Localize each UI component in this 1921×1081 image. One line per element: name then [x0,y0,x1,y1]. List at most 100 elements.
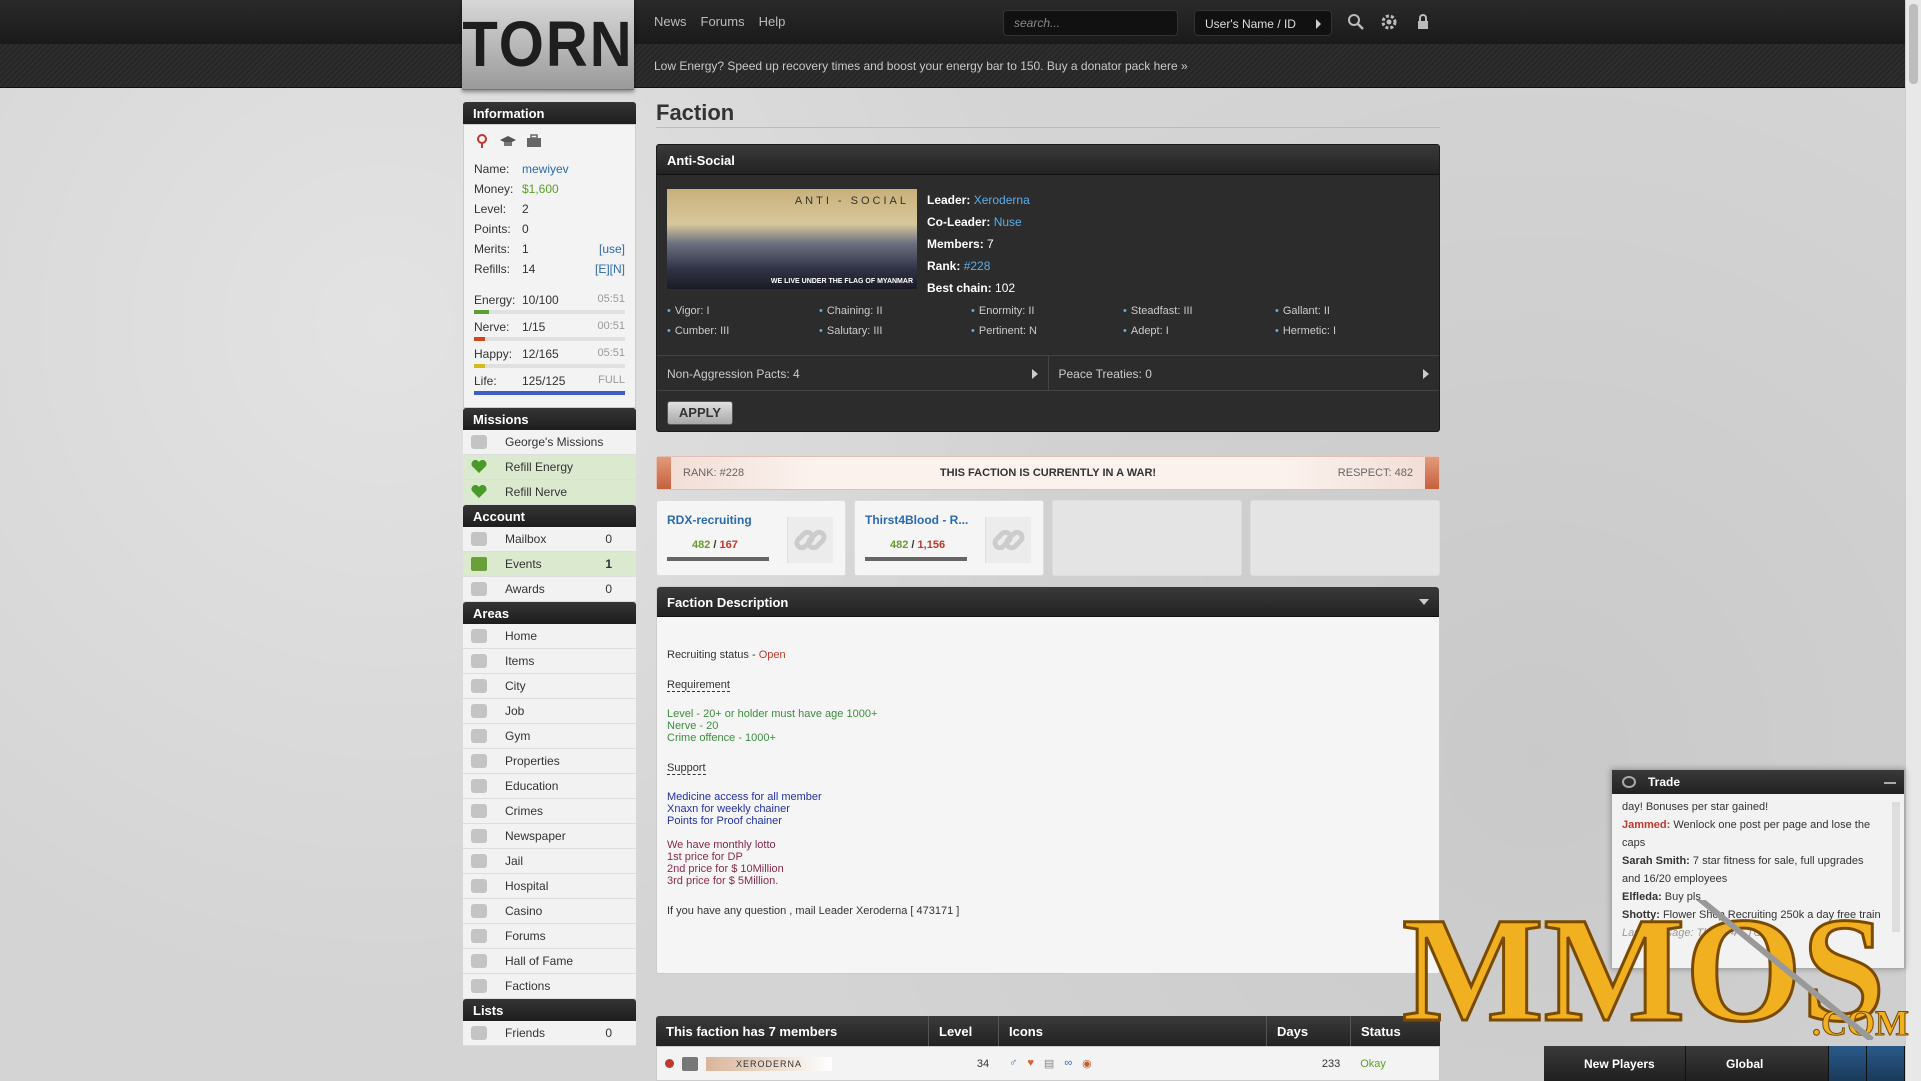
sidebar-item-label: Job [505,704,525,718]
sidebar-item-label: Crimes [505,804,543,818]
sidebar-item-hospital[interactable]: Hospital [463,874,636,899]
sidebar-item-label: Awards [505,582,545,596]
life-fill [474,391,625,395]
sidebar-item-newspaper[interactable]: Newspaper [463,824,636,849]
rank-link[interactable]: #228 [964,259,991,273]
sidebar-item-factions[interactable]: Factions [463,974,636,999]
recruit-label: Recruiting status - [667,649,759,661]
home-icon [471,629,487,643]
info-level-row: Level: 2 [474,199,625,219]
sidebar-item-jail[interactable]: Jail [463,849,636,874]
mission-icon [471,435,487,449]
donator-notice[interactable]: Low Energy? Speed up recovery times and … [654,59,1188,73]
player-name-link[interactable]: mewiyev [522,162,625,176]
people-icon[interactable] [1829,1046,1867,1081]
non-aggression-pacts[interactable]: Non-Aggression Pacts: 4 [657,356,1049,390]
account-header: Account [463,505,636,527]
sidebar-item-awards[interactable]: Awards 0 [463,577,636,602]
sidebar-item-georges-missions[interactable]: George's Missions [463,430,636,455]
bar-label: Nerve: [474,320,510,334]
sidebar-item-hall-of-fame[interactable]: Hall of Fame [463,949,636,974]
war-card[interactable]: RDX-recruiting 482 / 167 [656,500,846,576]
sidebar-item-city[interactable]: City [463,674,636,699]
life-timer: FULL [598,374,625,386]
arrow-right-icon [1423,369,1429,379]
sidebar-item-properties[interactable]: Properties [463,749,636,774]
description-header[interactable]: Faction Description [657,587,1439,617]
sidebar-item-friends[interactable]: Friends 0 [463,1021,636,1046]
refills-links[interactable]: [E][N] [595,262,625,276]
chat-author[interactable]: Jammed: [1622,819,1670,831]
enemy-faction-name[interactable]: Thirst4Blood - R... [865,513,968,527]
lotto-line: We have monthly lotto [667,839,776,851]
sidebar-item-forums[interactable]: Forums [463,924,636,949]
points-value: 0 [522,222,529,236]
info-label: Refills: [474,262,511,276]
nav-help[interactable]: Help [759,14,786,29]
nerve-timer: 00:51 [597,320,625,332]
coleader-link[interactable]: Nuse [994,215,1022,229]
sidebar-item-casino[interactable]: Casino [463,899,636,924]
war-status: THIS FACTION IS CURRENTLY IN A WAR! [939,467,1157,479]
nav-forums[interactable]: Forums [701,14,745,29]
leader-label: Leader: [927,193,971,207]
war-card-empty [1250,500,1440,576]
col-level[interactable]: Level [929,1016,999,1046]
sidebar-item-label: George's Missions [505,435,604,449]
sidebar-item-education[interactable]: Education [463,774,636,799]
page-title: Faction [656,98,1440,128]
chat-author[interactable]: Sarah Smith: [1622,855,1690,867]
dumbbell-icon [471,729,487,743]
col-member[interactable]: This faction has 7 members [656,1016,929,1046]
info-money-row: Money: $1,600 [474,179,625,199]
chat-tab-global[interactable]: Global [1686,1046,1829,1081]
search-input[interactable]: search... [1003,10,1178,36]
sidebar-item-label: City [505,679,526,693]
money-value: $1,600 [522,182,559,196]
perk-item: Chaining: II [819,305,971,317]
peace-treaties[interactable]: Peace Treaties: 0 [1049,356,1440,390]
minimize-icon[interactable] [1884,782,1896,784]
sidebar-item-crimes[interactable]: Crimes [463,799,636,824]
sidebar-item-label: Friends [505,1026,546,1040]
chat-tab-label: New Players [1584,1056,1655,1071]
trade-chat-header[interactable]: Trade [1612,770,1904,794]
enemy-faction-name[interactable]: RDX-recruiting [667,513,752,527]
our-score: 482 [692,539,711,551]
scrollbar-thumb[interactable] [1909,4,1918,84]
torn-logo[interactable]: TORN [462,0,634,90]
factions-icon [471,979,487,993]
apply-button[interactable]: APPLY [667,401,733,425]
war-card[interactable]: Thirst4Blood - R... 482 / 1,156 [854,500,1044,576]
sidebar-item-gym[interactable]: Gym [463,724,636,749]
lightning-icon [471,557,487,571]
info-points-row: Points: 0 [474,219,625,239]
sidebar-item-job[interactable]: Job [463,699,636,724]
chat-tab-new-players[interactable]: New Players [1544,1046,1686,1081]
sidebar-item-mailbox[interactable]: Mailbox 0 [463,527,636,552]
sidebar-item-home[interactable]: Home [463,624,636,649]
chat-message: day! Bonuses per star gained! [1622,798,1882,816]
chevron-down-icon[interactable] [1419,599,1429,605]
use-merits-link[interactable]: [use] [599,242,625,256]
mmos-watermark-logo: MMOS .COM [1402,900,1909,1040]
leader-link[interactable]: Xeroderna [974,193,1030,207]
war-respect: RESPECT: 482 [1337,467,1413,479]
gear-icon[interactable] [1867,1046,1905,1081]
sidebar-item-refill-nerve[interactable]: Refill Nerve [463,480,636,505]
col-days[interactable]: Days [1267,1016,1351,1046]
nav-news[interactable]: News [654,14,687,29]
description-body: Recruiting status - Open Requirement Lev… [657,649,1439,917]
sidebar-item-events[interactable]: Events 1 [463,552,636,577]
member-name[interactable]: XERODERNA [706,1056,833,1071]
gear-icon[interactable] [1380,13,1398,31]
user-id-button[interactable]: User's Name / ID [1194,10,1332,36]
sidebar-item-refill-energy[interactable]: Refill Energy [463,455,636,480]
sidebar-item-items[interactable]: Items [463,649,636,674]
table-row[interactable]: XERODERNA 34 ♂ ♥ ▤ ∞ ◉ 233 Okay [656,1046,1440,1081]
search-icon[interactable] [1347,13,1365,31]
lock-icon[interactable] [1414,13,1432,31]
top-nav: News Forums Help [654,14,785,29]
trophy-icon [471,582,487,596]
perk-item: Vigor: I [667,305,819,317]
